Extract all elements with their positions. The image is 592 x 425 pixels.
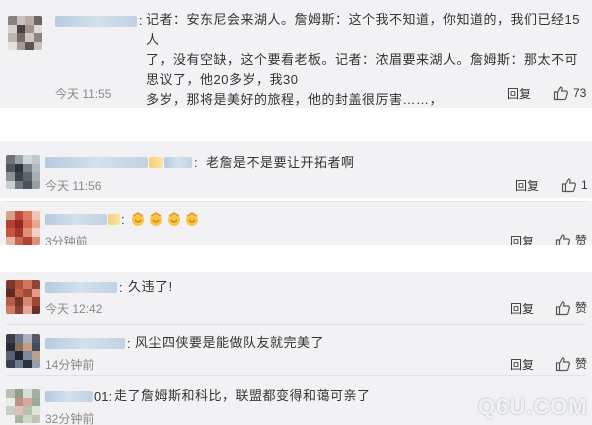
comment-time: 32分钟前	[45, 412, 95, 425]
comment-card: : 久违了! 今天 12:42 回复 赞	[0, 272, 592, 324]
avatar[interactable]	[6, 280, 40, 314]
comment-colon: :	[194, 155, 198, 170]
reply-button[interactable]: 回复	[507, 86, 531, 102]
reply-button[interactable]: 回复	[510, 301, 534, 317]
like-count: 赞	[575, 301, 588, 315]
comment-card: : 老詹是不是要让开拓者啊 今天 11:56 回复 1	[0, 141, 592, 198]
avatar[interactable]	[8, 16, 42, 50]
like-button[interactable]: 赞	[555, 356, 591, 372]
avatar[interactable]	[6, 211, 40, 245]
like-button[interactable]: 73	[553, 85, 589, 101]
watermark: Q6U.COM	[478, 394, 588, 419]
like-count: 赞	[575, 357, 588, 371]
comment-time: 3分钟前	[45, 235, 88, 245]
comment-text: 风尘四侠要是能做队友就完美了	[135, 335, 325, 350]
like-button[interactable]: 1	[561, 177, 591, 193]
like-count: 1	[581, 178, 588, 192]
vip-badge	[108, 214, 120, 225]
username[interactable]	[55, 16, 137, 27]
thumbs-up-icon	[561, 178, 576, 193]
comment-card: : 风尘四侠要是能做队友就完美了 14分钟前 回复 赞	[0, 324, 592, 375]
like-count: 赞	[575, 234, 588, 245]
clap-emoji-icon	[150, 212, 162, 226]
comment-text: 老詹是不是要让开拓者啊	[206, 155, 355, 170]
username[interactable]	[45, 391, 93, 402]
comment-screenshot: : 记者：安东尼会来湖人。詹姆斯：这个我不知道，你知道的，我们已经15人 了，没…	[0, 0, 592, 425]
avatar[interactable]	[6, 334, 40, 368]
comment-colon: :	[139, 13, 143, 28]
clap-emoji-icon	[186, 212, 198, 226]
comment-card: : 3分钟前 回复 赞	[0, 201, 592, 245]
thumbs-up-icon	[553, 86, 568, 101]
vip-badge	[149, 157, 163, 168]
reply-button[interactable]: 回复	[510, 357, 534, 373]
avatar[interactable]	[6, 155, 40, 189]
divider	[6, 324, 586, 325]
comment-colon: 01:	[94, 389, 113, 404]
like-button[interactable]: 赞	[555, 233, 591, 245]
thumbs-up-icon	[555, 357, 570, 372]
comment-colon: :	[121, 212, 125, 227]
comment-card: : 记者：安东尼会来湖人。詹姆斯：这个我不知道，你知道的，我们已经15人 了，没…	[0, 0, 592, 108]
comment-colon: :	[119, 280, 123, 295]
divider	[6, 201, 586, 202]
like-count: 73	[573, 86, 587, 100]
username[interactable]	[45, 338, 125, 349]
comment-text: 久违了!	[128, 279, 173, 294]
thumbs-up-icon	[555, 301, 570, 316]
comment-time: 今天 12:42	[45, 302, 103, 316]
thumbs-up-icon	[555, 234, 570, 245]
comment-colon: :	[127, 336, 131, 351]
comment-time: 今天 11:55	[55, 87, 112, 101]
reply-button[interactable]: 回复	[510, 234, 534, 245]
username[interactable]	[45, 214, 107, 225]
username[interactable]	[45, 157, 148, 168]
avatar[interactable]	[6, 389, 40, 423]
clap-emoji-icon	[168, 212, 180, 226]
comment-text: 走了詹姆斯和科比，联盟都变得和蔼可亲了	[114, 388, 371, 403]
reply-button[interactable]: 回复	[515, 178, 539, 194]
clap-emoji-icon	[132, 212, 144, 226]
username[interactable]	[45, 282, 117, 293]
divider	[6, 375, 586, 376]
like-button[interactable]: 赞	[555, 300, 591, 316]
comment-time: 14分钟前	[45, 358, 95, 372]
username-suffix	[164, 157, 192, 168]
comment-time: 今天 11:56	[45, 179, 102, 193]
